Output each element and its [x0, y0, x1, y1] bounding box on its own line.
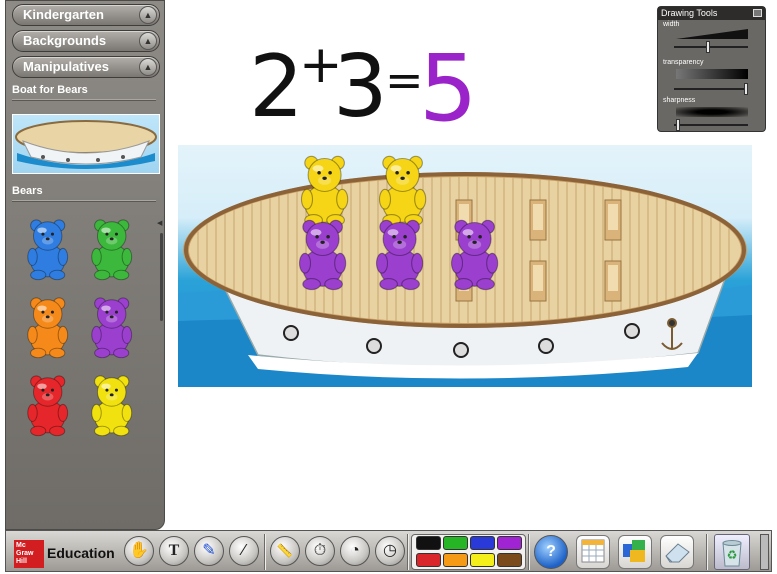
- handwritten-equation: 2 + 3 = 5: [249, 36, 478, 128]
- boat-bear[interactable]: [450, 219, 499, 291]
- equation-right: 3: [333, 37, 388, 128]
- wand-icon: ⁄: [242, 542, 246, 559]
- trash-button[interactable]: ♻: [714, 534, 750, 570]
- category-manipulatives[interactable]: Manipulatives ▲: [12, 56, 160, 78]
- scroll-up-icon[interactable]: ◀: [157, 219, 162, 227]
- toolbar-separator: [528, 534, 530, 570]
- grid-sheet-icon: [581, 539, 605, 563]
- mcgraw-hill-logo: Mc Graw Hill: [14, 540, 44, 568]
- boat-bear[interactable]: [298, 219, 347, 291]
- chevron-up-icon[interactable]: ▲: [139, 32, 157, 50]
- color-swatch-black[interactable]: [416, 536, 441, 550]
- category-label: Backgrounds: [23, 33, 107, 48]
- text-icon: T: [168, 542, 180, 559]
- color-swatch-red[interactable]: [416, 553, 441, 567]
- section-divider: [12, 200, 156, 202]
- boat-bear[interactable]: [375, 219, 424, 291]
- brand-label: Education: [47, 545, 115, 561]
- bottom-toolbar: Mc Graw Hill Education ✋ T ✎ ⁄ 📏 ⏱ ◔ ◷ ?: [5, 530, 772, 572]
- sharpness-slider-thumb[interactable]: [676, 119, 681, 131]
- timer-tool-button[interactable]: ⏱: [305, 536, 335, 566]
- width-slider-thumb[interactable]: [706, 41, 711, 53]
- transparency-slider-track[interactable]: [674, 88, 748, 90]
- equation-equals: =: [385, 53, 424, 107]
- sharpness-ramp: [676, 107, 748, 117]
- logo-line: Graw: [16, 550, 34, 557]
- workspace-scene[interactable]: [178, 145, 752, 387]
- drawing-tools-title: Drawing Tools: [661, 8, 718, 18]
- clock-tool-button[interactable]: ◷: [375, 536, 405, 566]
- width-slider-track[interactable]: [674, 46, 748, 48]
- transparency-label: transparency: [663, 59, 704, 66]
- scroll-thumb[interactable]: [160, 233, 163, 321]
- bear-green[interactable]: [86, 217, 142, 287]
- category-label: Kindergarten: [23, 7, 104, 22]
- boat-scene: [178, 155, 752, 387]
- eraser-button[interactable]: [660, 535, 694, 569]
- worksheet-button[interactable]: [576, 535, 610, 569]
- resources-icon: [623, 540, 645, 562]
- logo-line: Hill: [16, 558, 27, 565]
- category-backgrounds[interactable]: Backgrounds ▲: [12, 30, 160, 52]
- timer-icon: ⏱: [313, 542, 327, 559]
- color-swatch-blue[interactable]: [470, 536, 495, 550]
- pen-icon: ✎: [202, 542, 216, 559]
- sharpness-slider-track[interactable]: [674, 124, 748, 126]
- category-kindergarten[interactable]: Kindergarten ▲: [12, 4, 160, 26]
- toolbar-separator: [706, 534, 708, 570]
- category-label: Manipulatives: [23, 59, 109, 74]
- help-icon: ?: [546, 543, 556, 560]
- color-swatch-green[interactable]: [443, 536, 468, 550]
- wand-tool-button[interactable]: ⁄: [229, 536, 259, 566]
- manipulatives-panel: Kindergarten ▲ Backgrounds ▲ Manipulativ…: [5, 0, 165, 530]
- hand-tool-button[interactable]: ✋: [124, 536, 154, 566]
- hand-icon: ✋: [129, 542, 149, 559]
- boat-bear[interactable]: [378, 155, 427, 227]
- boat-thumbnail[interactable]: [12, 114, 160, 174]
- help-button[interactable]: ?: [534, 535, 568, 569]
- transparency-slider-thumb[interactable]: [743, 83, 748, 95]
- sidebar-scrollbar[interactable]: ◀: [156, 219, 166, 521]
- transparency-ramp: [676, 69, 748, 79]
- section-title-bears: Bears: [12, 185, 43, 197]
- recycle-bin-icon: ♻: [722, 540, 742, 567]
- bear-blue[interactable]: [22, 217, 78, 287]
- drawing-tools-header[interactable]: Drawing Tools: [658, 7, 765, 20]
- chevron-up-icon[interactable]: ▲: [139, 58, 157, 76]
- equation-result: 5: [419, 36, 478, 128]
- section-title-boat: Boat for Bears: [12, 84, 88, 96]
- equation-left: 2: [249, 37, 304, 128]
- protractor-icon: ◔: [350, 542, 360, 559]
- bear-yellow[interactable]: [86, 373, 142, 443]
- svg-text:♻: ♻: [727, 548, 738, 562]
- color-swatch-orange[interactable]: [443, 553, 468, 567]
- clock-icon: ◷: [383, 542, 397, 559]
- bear-orange[interactable]: [22, 295, 78, 365]
- logo-line: Mc: [16, 542, 26, 549]
- bear-red[interactable]: [22, 373, 78, 443]
- width-ramp: [676, 29, 748, 39]
- toolbar-separator: [264, 534, 266, 570]
- color-swatch-brown[interactable]: [497, 553, 522, 567]
- protractor-tool-button[interactable]: ◔: [340, 536, 370, 566]
- color-swatch-purple[interactable]: [497, 536, 522, 550]
- ruler-icon: 📏: [276, 543, 294, 558]
- ruler-tool-button[interactable]: 📏: [270, 536, 300, 566]
- resources-button[interactable]: [618, 535, 652, 569]
- pen-tool-button[interactable]: ✎: [194, 536, 224, 566]
- bear-purple[interactable]: [86, 295, 142, 365]
- minimize-icon[interactable]: [753, 9, 762, 17]
- color-swatch-yellow[interactable]: [470, 553, 495, 567]
- drawing-tools-panel[interactable]: Drawing Tools width transparency sharpne…: [657, 6, 766, 132]
- chevron-up-icon[interactable]: ▲: [139, 6, 157, 24]
- toolbar-scroll-handle[interactable]: [760, 534, 769, 570]
- toolbar-separator: [407, 534, 409, 570]
- width-label: width: [663, 21, 680, 28]
- text-tool-button[interactable]: T: [159, 536, 189, 566]
- section-divider: [12, 99, 156, 101]
- eraser-icon: [665, 543, 690, 563]
- sharpness-label: sharpness: [663, 97, 696, 104]
- boat-bear[interactable]: [300, 155, 349, 227]
